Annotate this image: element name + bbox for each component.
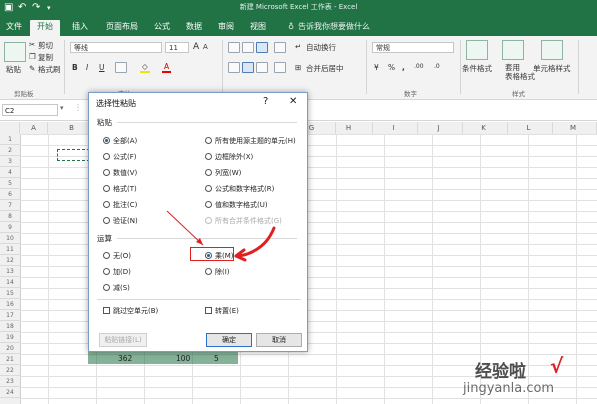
- pointer-arrow: [166, 210, 204, 246]
- checkmark-icon: √: [550, 354, 564, 378]
- annotation-overlay: [166, 210, 276, 262]
- watermark-text: 经验啦: [475, 362, 526, 382]
- watermark-url: jingyanla.com: [463, 381, 555, 396]
